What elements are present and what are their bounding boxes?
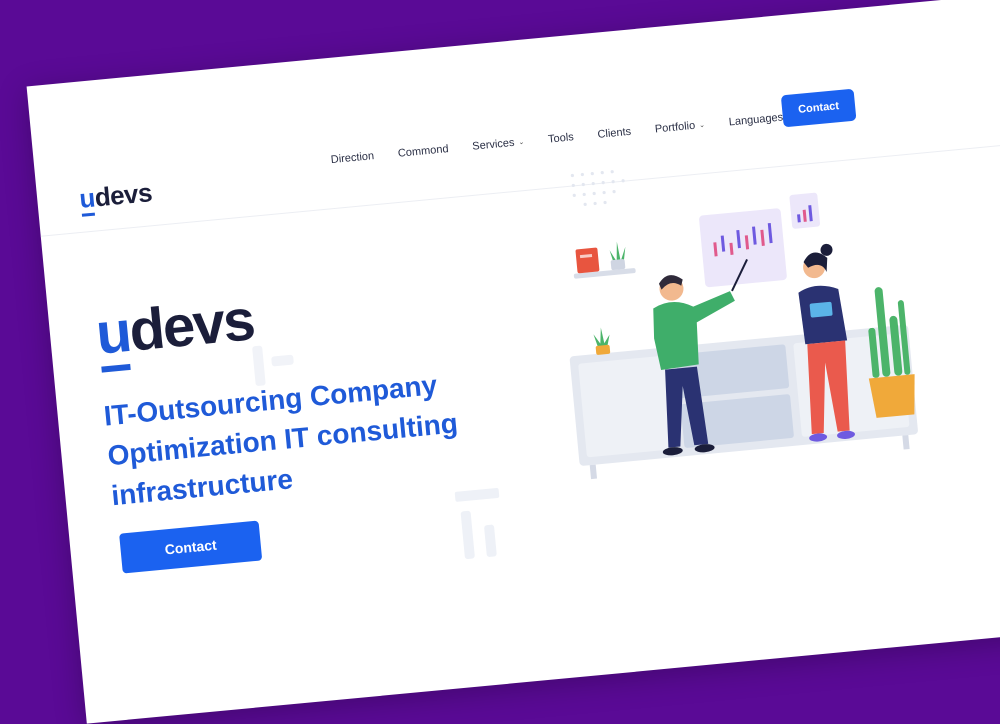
background-decoration [454,487,500,560]
nav-item-tools[interactable]: Tools [548,131,575,145]
header-contact-button[interactable]: Contact [780,88,857,128]
hero-logo-text: devs [126,287,257,364]
nav-item-label: Direction [330,150,375,167]
logo-text: devs [93,177,154,213]
nav-item-commond[interactable]: Commond [397,143,449,160]
nav-item-direction[interactable]: Direction [330,150,374,166]
red-book-icon [575,247,600,274]
nav-item-services[interactable]: Services ⌄ [472,136,525,153]
nav-item-label: Languages [728,111,784,129]
nav-item-label: Portfolio [654,119,696,136]
nav-item-portfolio[interactable]: Portfolio ⌄ [654,119,705,136]
nav-item-label: Tools [547,131,575,146]
cabinet [569,324,918,480]
website-page: udevs Direction Commond Services ⌄ Tools… [26,0,1000,724]
hero-logo-u: u [93,298,133,367]
chevron-down-icon: ⌄ [698,121,706,130]
dot-pattern [570,170,625,207]
hero-illustration [569,170,918,480]
nav-item-label: Clients [597,125,632,141]
hero-tagline: IT-Outsourcing Company Optimization IT c… [102,364,463,517]
nav-item-clients[interactable]: Clients [597,126,632,141]
nav-item-label: Services [471,136,515,153]
chevron-down-icon: ⌄ [518,138,525,147]
logo-u: u [78,182,97,214]
hero-logo: udevs [93,286,256,368]
hero-contact-button[interactable]: Contact [119,520,263,574]
nav-item-label: Commond [397,143,450,160]
brand-logo[interactable]: udevs [78,177,153,215]
